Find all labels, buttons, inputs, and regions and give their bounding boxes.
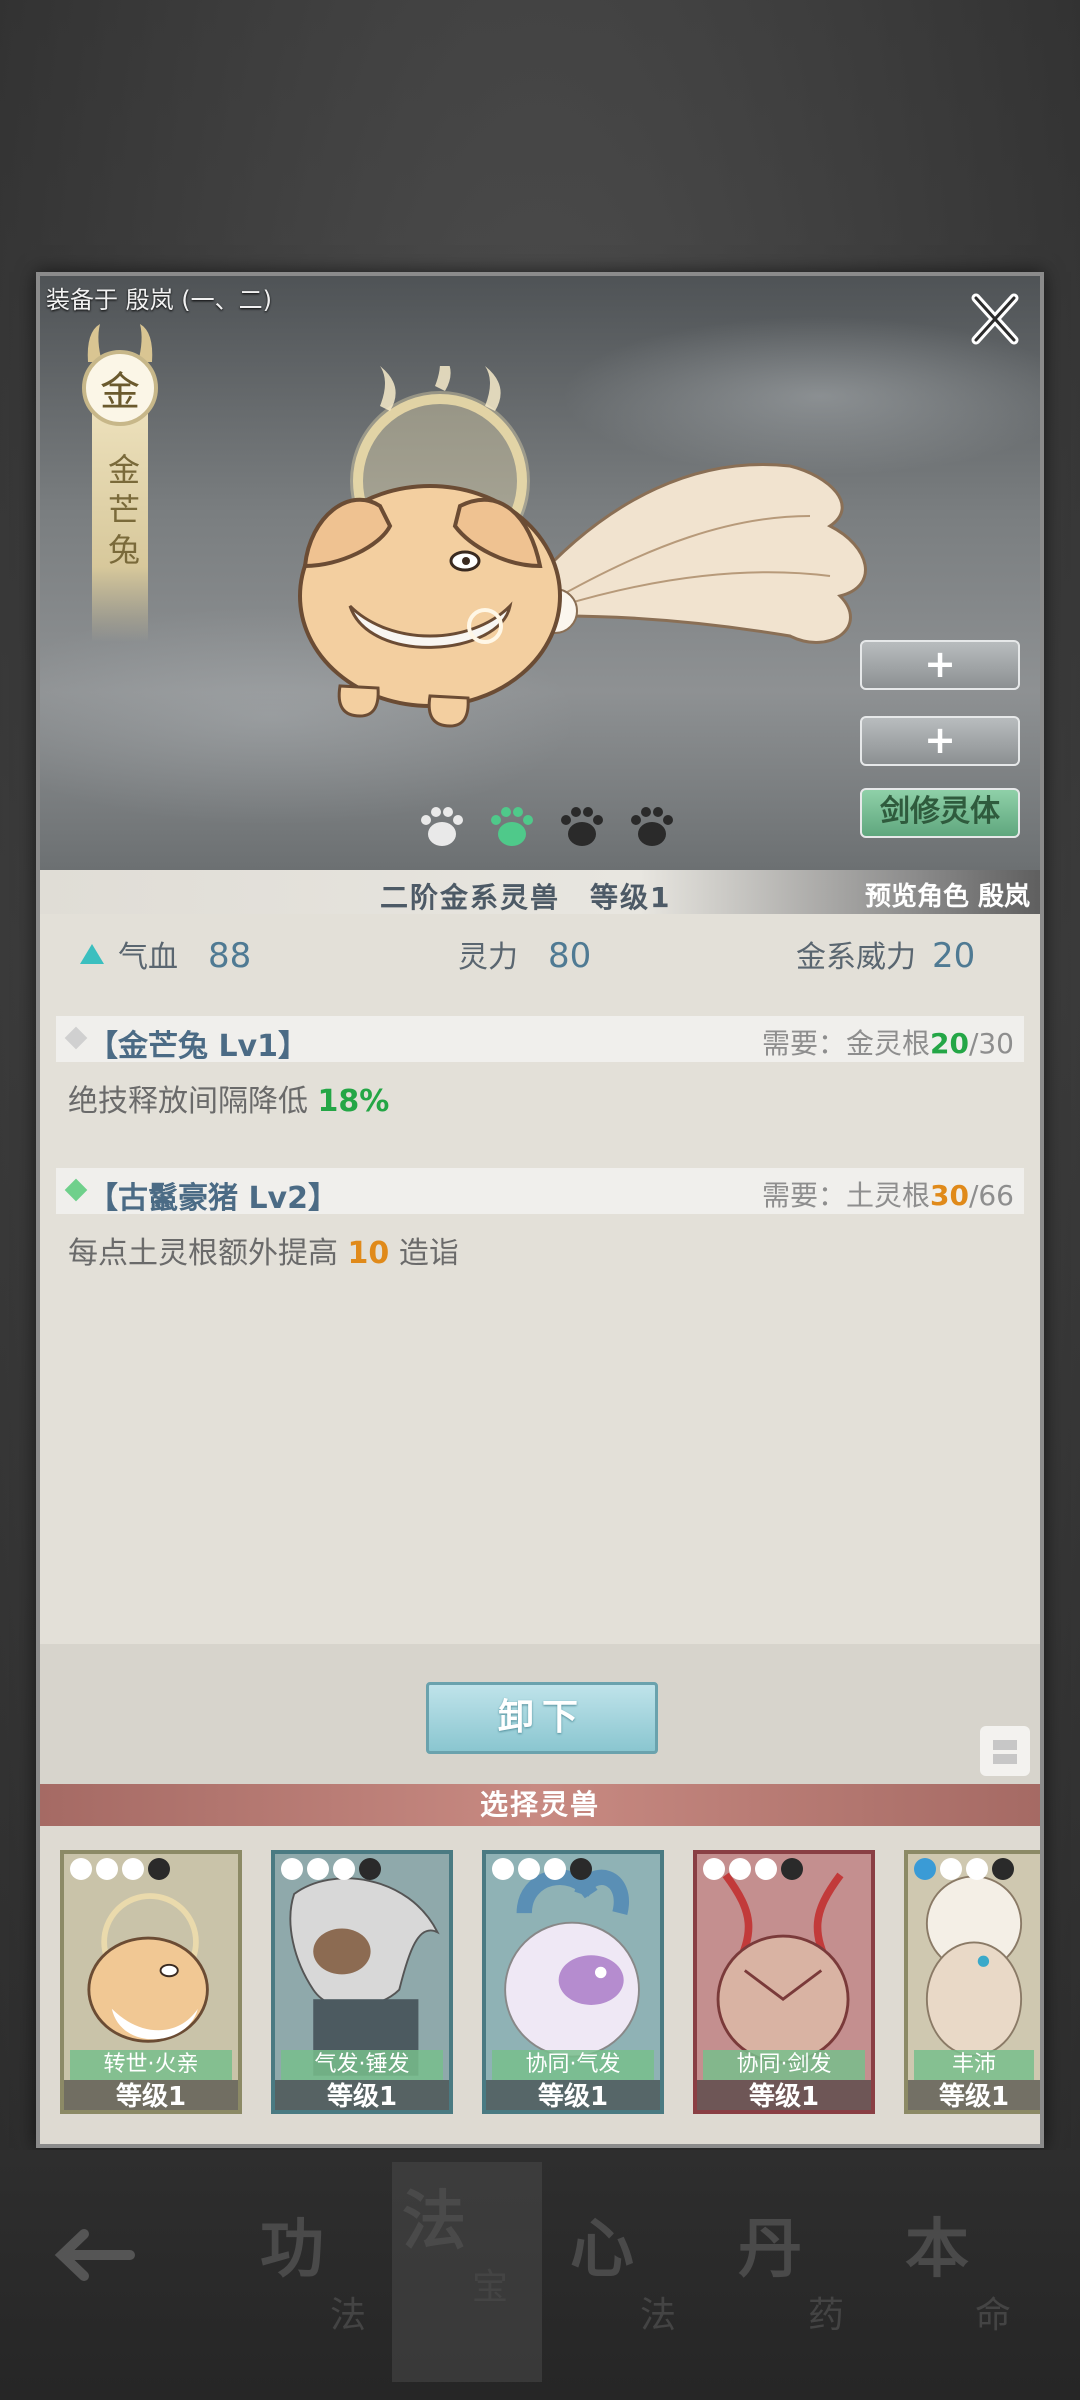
stats-row: 气血 88 灵力 80 金系威力 20	[40, 914, 1040, 994]
skill-header-1: 【金芒兔 Lv1】 需要：金灵根20/30	[56, 1016, 1024, 1064]
card-paws	[492, 1858, 592, 1880]
bottom-navigation: 功法 法宝 心法 丹药 本命	[0, 2150, 1080, 2400]
card-level: 等级1	[908, 2080, 1040, 2110]
card-trait: 协同·气发	[492, 2050, 654, 2080]
pet-card-1[interactable]: 转世·火亲 等级1	[60, 1850, 242, 2114]
pet-card-4[interactable]: 协同·剑发 等级1	[693, 1850, 875, 2114]
card-paws	[703, 1858, 803, 1880]
card-level: 等级1	[64, 2080, 238, 2110]
diamond-icon	[64, 1026, 88, 1050]
unequip-button[interactable]: 卸下	[426, 1682, 658, 1754]
nav-xinfa[interactable]: 心法	[560, 2190, 710, 2360]
card-level: 等级1	[486, 2080, 660, 2110]
pet-card-3[interactable]: 协同·气发 等级1	[482, 1850, 664, 2114]
skill-requirement: 需要：土灵根30/66	[761, 1179, 1014, 1212]
close-icon[interactable]	[966, 290, 1024, 348]
element-badge: 金	[82, 350, 158, 426]
pet-card-2[interactable]: 气发·锤发 等级1	[271, 1850, 453, 2114]
stat-metal-power: 金系威力 20	[796, 936, 976, 976]
equipped-label: 装备于 殷岚 (一、二)	[46, 286, 272, 314]
paw-icon	[561, 807, 603, 846]
pet-grade-paws	[416, 800, 678, 852]
paw-icon	[631, 807, 673, 846]
pet-detail-panel: 装备于 殷岚 (一、二) 金 金 芒 兔 + + 剑修灵体 二阶金系灵兽 等级1…	[36, 272, 1044, 2148]
element-emblem: 金 金 芒 兔	[80, 322, 160, 652]
card-level: 等级1	[275, 2080, 449, 2110]
card-level: 等级1	[697, 2080, 871, 2110]
card-paws	[70, 1858, 170, 1880]
skill-title: 【金芒兔 Lv1】	[88, 1029, 308, 1064]
stat-hp: 气血 88	[118, 936, 252, 976]
pet-illustration	[298, 366, 867, 728]
tier-text: 二阶金系灵兽 等级1	[380, 881, 672, 914]
pet-card-5[interactable]: 丰沛 等级1	[904, 1850, 1040, 2114]
pet-name-vertical: 金 芒 兔	[108, 451, 141, 569]
card-paws	[281, 1858, 381, 1880]
card-paws	[914, 1858, 1014, 1880]
skill-title: 【古鬣豪猪 Lv2】	[88, 1181, 338, 1216]
nav-benming[interactable]: 本命	[895, 2190, 1045, 2360]
nav-danyao[interactable]: 丹药	[728, 2190, 878, 2360]
nav-gongfa[interactable]: 功法	[250, 2190, 400, 2360]
save-icon[interactable]	[980, 1726, 1030, 1776]
triangle-up-icon	[80, 944, 104, 964]
card-trait: 气发·锤发	[281, 2050, 443, 2080]
nav-fabao[interactable]: 法宝	[392, 2162, 542, 2382]
skill-description-2: 每点土灵根额外提高 10 造诣	[68, 1236, 459, 1271]
skill-header-2: 【古鬣豪猪 Lv2】 需要：土灵根30/66	[56, 1168, 1024, 1216]
skill-description-1: 绝技释放间隔降低 18%	[68, 1084, 390, 1119]
add-slot-button-2[interactable]: +	[860, 716, 1020, 766]
card-trait: 丰沛	[914, 2050, 1034, 2080]
preview-character[interactable]: 预览角色 殷岚	[865, 876, 1030, 913]
pet-hero-area: 装备于 殷岚 (一、二) 金 金 芒 兔 + + 剑修灵体	[40, 276, 1040, 870]
diamond-icon	[64, 1178, 88, 1202]
select-pet-header: 选择灵兽	[40, 1784, 1040, 1826]
paw-icon	[421, 807, 463, 846]
card-trait: 协同·剑发	[703, 2050, 865, 2080]
tier-bar: 二阶金系灵兽 等级1 预览角色 殷岚	[40, 870, 1040, 914]
skill-requirement: 需要：金灵根20/30	[761, 1027, 1014, 1060]
paw-icon	[491, 807, 533, 846]
back-arrow-icon[interactable]	[50, 2220, 140, 2290]
sword-body-button[interactable]: 剑修灵体	[860, 788, 1020, 838]
add-slot-button-1[interactable]: +	[860, 640, 1020, 690]
stat-spirit: 灵力 80	[458, 936, 592, 976]
card-trait: 转世·火亲	[70, 2050, 232, 2080]
